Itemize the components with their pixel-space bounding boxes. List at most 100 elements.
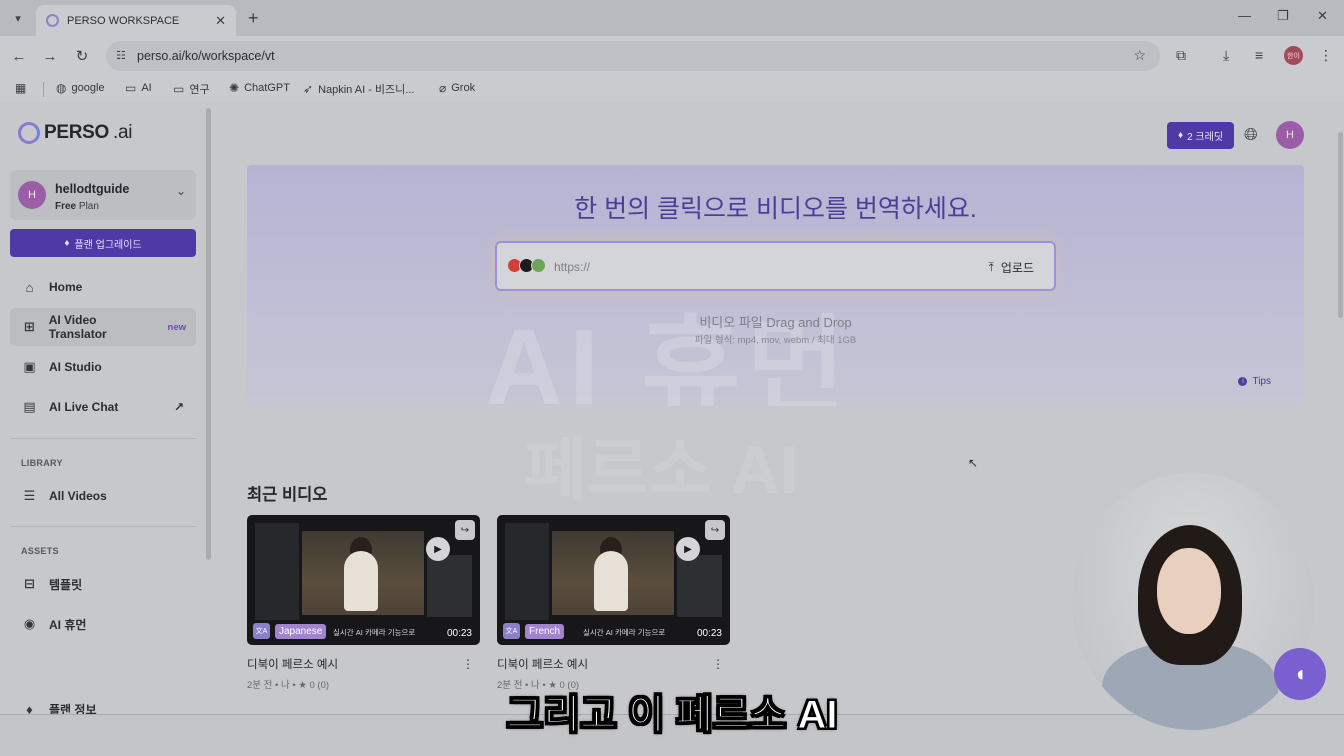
assets-section-label: ASSETS [21,546,59,556]
play-icon[interactable]: ▶ [426,537,450,561]
user-plan: Free Plan [55,201,99,212]
sidebar-item-all-videos[interactable]: ☰ All Videos [10,477,196,515]
media-control-icon[interactable]: ≡ [1255,47,1263,63]
tab-list-chevron-icon[interactable]: ▾ [8,8,28,28]
thumbnail-caption: 실시간 AI 카메라 기능으로 [333,628,416,637]
video-card[interactable]: ▶ ↪ 文A French 실시간 AI 카메라 기능으로 00:23 디북이 … [497,515,730,691]
video-duration: 00:23 [446,628,472,639]
new-tab-icon[interactable]: + [248,8,259,28]
bookmark-star-icon[interactable]: ☆ [1133,47,1146,64]
bookmarks-divider [43,82,44,97]
bookmark-label: 연구 [189,84,210,96]
credits-button[interactable]: ♦ 2 크레딧 [1167,122,1234,149]
thumbnail-person [344,551,378,611]
more-options-icon[interactable]: ⋮ [712,657,724,671]
bookmark-ai-folder[interactable]: ▭ AI [125,81,152,95]
perso-logo[interactable]: PERSO .ai [18,122,133,144]
video-url-input[interactable]: https:// ⤒ 업로드 [495,241,1056,291]
bookmark-label: Grok [451,82,476,94]
url-placeholder: https:// [554,260,591,274]
sidebar-item-ai-video-translator[interactable]: ⊞ AI Video Translator new [10,308,196,346]
bookmark-chatgpt[interactable]: ✺ ChatGPT [229,81,290,95]
translate-icon: ⊞ [23,319,35,334]
share-icon[interactable]: ↪ [455,520,475,540]
bookmark-label: Napkin AI - 비즈니... [318,84,415,96]
bookmark-google[interactable]: ◍ google [56,81,105,95]
video-thumbnail[interactable]: ▶ ↪ 文A Japanese 실시간 AI 카메라 기능으로 00:23 [247,515,480,645]
download-icon[interactable]: ⤓ [1223,47,1229,64]
folder-icon: ▭ [125,81,137,95]
plan-word: Plan [78,201,99,212]
extensions-icon[interactable]: ⧉ [1176,47,1186,64]
more-options-icon[interactable]: ⋮ [462,657,474,671]
back-icon[interactable]: ← [9,46,29,66]
video-title[interactable]: 디북이 페르소 예시 [497,656,730,672]
video-thumbnail[interactable]: ▶ ↪ 文A French 실시간 AI 카메라 기능으로 00:23 [497,515,730,645]
window-close-icon[interactable]: ✕ [1317,8,1328,24]
sidebar-item-ai-live-chat[interactable]: ▤ AI Live Chat ↗ [10,388,196,426]
page-scrollbar[interactable] [1338,132,1343,318]
logo-text: PERSO [44,122,110,143]
translate-icon: 文A [253,623,270,639]
browser-menu-icon[interactable]: ⋮ [1319,47,1333,64]
address-bar[interactable]: ☷ perso.ai/ko/workspace/vt ☆ [106,41,1160,71]
external-link-icon: ↗ [173,400,184,414]
bookmark-research-folder[interactable]: ▭ 연구 [173,81,210,97]
plan-free: Free [55,201,77,212]
apps-grid-icon[interactable]: ▦ [15,81,26,95]
thumbnail-panel [505,523,549,620]
video-source-icons [507,258,546,273]
diamond-icon: ♦ [1177,130,1184,141]
template-icon: ⊟ [24,576,35,591]
sidebar-item-ai-human[interactable]: ◉ AI 휴먼 [10,605,196,643]
perso-logo-icon [18,122,40,144]
avatar: H [18,181,46,209]
tips-link[interactable]: i Tips [1238,376,1271,387]
video-duration: 00:23 [696,628,722,639]
workspace-user-switcher[interactable]: H hellodtguide Free Plan ⌄ [10,170,196,220]
upgrade-label: 플랜 업그레이드 [74,239,142,251]
tab-close-icon[interactable]: ✕ [215,13,226,29]
site-info-icon[interactable]: ☷ [116,49,130,63]
sidebar-item-label: AI Video Translator [48,313,107,341]
video-subtitle: 그리고 이 페르소 AI [506,693,838,738]
sidebar-item-label: Home [49,280,83,294]
restore-icon[interactable]: ❐ [1277,8,1289,24]
upload-hero[interactable]: AI 휴먼 한 번의 클릭으로 비디오를 번역하세요. https:// ⤒ 업… [247,165,1304,406]
sidebar-item-ai-studio[interactable]: ▣ AI Studio [10,348,196,386]
language-badge: Japanese [275,624,327,639]
upload-button[interactable]: ⤒ 업로드 [989,259,1034,276]
upgrade-plan-button[interactable]: ♦ 플랜 업그레이드 [10,229,196,257]
sidebar-item-label: 템플릿 [49,577,83,592]
browser-profile-avatar[interactable]: 한이 [1284,46,1303,65]
reload-icon[interactable]: ↻ [72,46,92,66]
drag-drop-text: 비디오 파일 Drag and Drop [699,315,852,330]
video-title[interactable]: 디북이 페르소 예시 [247,656,480,672]
play-icon[interactable]: ▶ [676,537,700,561]
file-format-text: 파일 형식: mp4, mov, webm / 최대 1GB [694,335,857,346]
browser-toolbar: ← → ↻ ☷ perso.ai/ko/workspace/vt ☆ ⧉ ⤓ ≡… [0,36,1344,76]
translate-icon: 文A [503,623,520,639]
ai-human-icon: ◉ [23,616,36,631]
minimize-icon[interactable]: — [1238,8,1251,23]
new-badge: new [167,321,186,333]
sidebar-scrollbar[interactable] [206,108,211,560]
share-icon[interactable]: ↪ [705,520,725,540]
language-badge: French [525,624,565,639]
grok-icon: ⌀ [439,81,447,95]
tab-title: PERSO WORKSPACE [67,14,180,27]
bookmark-label: AI [141,82,152,94]
forward-icon[interactable]: → [40,46,60,66]
bookmark-grok[interactable]: ⌀ Grok [439,81,475,95]
sidebar-item-templates[interactable]: ⊟ 템플릿 [10,565,196,603]
sidebar-item-home[interactable]: ⌂ Home [10,268,196,306]
language-globe-icon[interactable]: 🌐︎ [1244,125,1258,145]
folder-icon: ▭ [173,82,185,96]
browser-tab[interactable]: PERSO WORKSPACE ✕ [36,5,236,36]
bookmark-label: ChatGPT [244,82,290,94]
video-card[interactable]: ▶ ↪ 文A Japanese 실시간 AI 카메라 기능으로 00:23 디북… [247,515,480,691]
avatar[interactable]: H [1276,121,1304,149]
thumbnail-person [594,551,628,611]
ghost-overlay-text: 페르소 AI [524,432,799,508]
bookmark-napkin[interactable]: ➶ Napkin AI - 비즈니... [303,81,414,97]
